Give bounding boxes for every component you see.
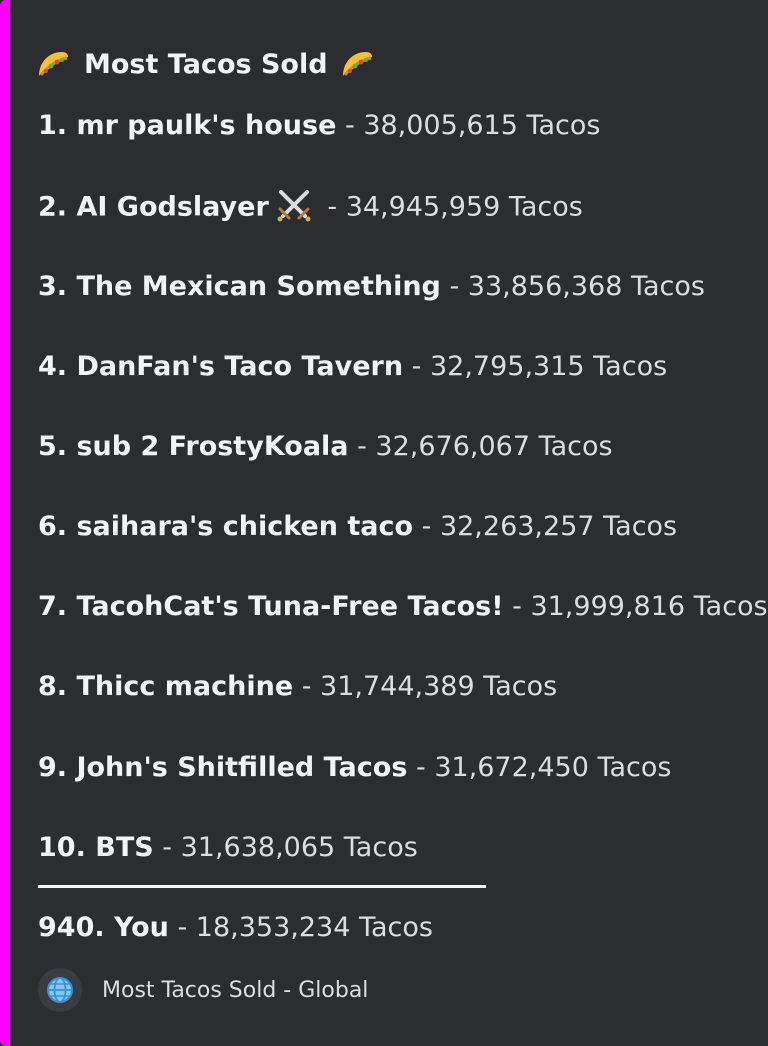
- entry-value: - 38,005,615 Tacos: [336, 110, 601, 141]
- leaderboard-entry: 5. sub 2 FrostyKoala - 32,676,067 Tacos: [38, 429, 613, 465]
- leaderboard-entry: 3. The Mexican Something - 33,856,368 Ta…: [38, 269, 705, 305]
- taco-icon: [342, 52, 372, 76]
- entry-name: 8. Thicc machine: [38, 671, 294, 702]
- embed-title-text: Most Tacos Sold: [84, 48, 328, 80]
- entry-name: 1. mr paulk's house: [38, 110, 337, 141]
- entry-name: 5. sub 2 FrostyKoala: [38, 431, 349, 462]
- entry-name: 10. BTS: [38, 832, 154, 863]
- crossed-swords-icon: [277, 190, 311, 222]
- entry-name: 7. TacohCat's Tuna-Free Tacos!: [38, 591, 504, 622]
- leaderboard-entry: 4. DanFan's Taco Tavern - 32,795,315 Tac…: [38, 349, 667, 385]
- leaderboard-entry: 9. John's Shitfilled Tacos - 31,672,450 …: [38, 750, 672, 786]
- footer-text: Most Tacos Sold - Global: [102, 977, 369, 1003]
- embed-title: Most Tacos Sold: [36, 44, 374, 84]
- entry-value: - 31,638,065 Tacos: [153, 832, 418, 863]
- entry-value: - 31,999,816 Tacos: [503, 591, 768, 622]
- entry-name: 6. saihara's chicken taco: [38, 511, 414, 542]
- entry-name: 2. AI Godslayer: [38, 191, 269, 223]
- entry-value: - 31,744,389 Tacos: [293, 671, 558, 702]
- globe-icon: [47, 977, 73, 1003]
- entry-value: - 18,353,234 Tacos: [168, 912, 433, 943]
- taco-icon: [39, 52, 68, 76]
- leaderboard-entry: 1. mr paulk's house - 38,005,615 Tacos: [38, 108, 601, 144]
- leaderboard-embed: Most Tacos Sold 1. mr paulk's house - 38…: [0, 0, 768, 1046]
- leaderboard-entry: 8. Thicc machine - 31,744,389 Tacos: [38, 669, 557, 705]
- leaderboard-entry: 6. saihara's chicken taco - 32,263,257 T…: [38, 509, 677, 545]
- leaderboard-entry: 10. BTS - 31,638,065 Tacos: [38, 830, 418, 866]
- entry-name: 9. John's Shitfilled Tacos: [38, 752, 408, 783]
- divider: [38, 885, 486, 888]
- entry-value: - 33,856,368 Tacos: [440, 271, 705, 302]
- entry-value: - 34,945,959 Tacos: [318, 191, 583, 223]
- entry-value: - 32,795,315 Tacos: [403, 351, 668, 382]
- footer-icon-wrap: [38, 968, 82, 1012]
- entry-name: 3. The Mexican Something: [38, 271, 441, 302]
- entry-value: - 31,672,450 Tacos: [407, 752, 672, 783]
- your-rank-entry: 940. You - 18,353,234 Tacos: [38, 910, 433, 946]
- entry-value: - 32,263,257 Tacos: [413, 511, 678, 542]
- entry-name: 940. You: [38, 912, 169, 943]
- leaderboard-entry: 2. AI Godslayer - 34,945,959 Tacos: [38, 189, 583, 225]
- entry-name: 4. DanFan's Taco Tavern: [38, 351, 404, 382]
- leaderboard-entry: 7. TacohCat's Tuna-Free Tacos! - 31,999,…: [38, 589, 768, 625]
- embed-footer: Most Tacos Sold - Global: [38, 968, 368, 1012]
- entry-value: - 32,676,067 Tacos: [348, 431, 613, 462]
